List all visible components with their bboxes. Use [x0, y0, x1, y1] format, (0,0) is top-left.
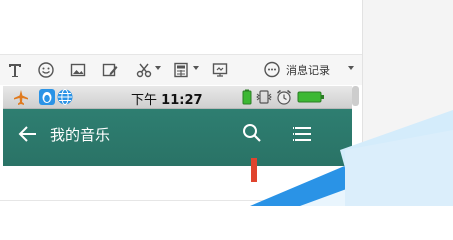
pencil-frame-icon[interactable] — [101, 61, 119, 79]
calculator-icon[interactable] — [172, 61, 190, 79]
search-icon[interactable] — [241, 122, 263, 144]
message-history-label[interactable]: 消息记录 — [286, 62, 330, 78]
app-top-bar: 我的音乐 — [3, 109, 352, 166]
phone-screenshot: 下午 11:27 我的音乐 — [3, 86, 352, 166]
red-highlight-mark — [251, 158, 257, 182]
status-time: 下午 11:27 — [131, 89, 203, 108]
chat-bubble-icon[interactable] — [263, 61, 281, 79]
list-menu-icon[interactable] — [291, 123, 313, 145]
chat-toolbar: 消息记录 — [0, 54, 362, 85]
globe-icon — [57, 89, 73, 105]
image-icon[interactable] — [69, 61, 87, 79]
battery-small-icon — [239, 89, 255, 105]
chat-message-area[interactable] — [0, 0, 362, 52]
vibrate-icon — [256, 89, 272, 105]
text-format-icon[interactable] — [6, 61, 24, 79]
divider — [0, 200, 362, 201]
scissors-icon[interactable] — [135, 61, 153, 79]
alarm-icon — [276, 89, 292, 105]
apps-dropdown-caret[interactable] — [193, 66, 199, 70]
history-dropdown-caret[interactable] — [348, 66, 354, 70]
battery-icon — [297, 89, 325, 105]
app-title: 我的音乐 — [50, 126, 111, 144]
side-panel — [362, 0, 453, 206]
screenshot-dropdown-caret[interactable] — [155, 66, 161, 70]
airplane-icon — [13, 89, 29, 105]
status-time-value: 11:27 — [161, 93, 203, 108]
monitor-icon[interactable] — [211, 61, 229, 79]
status-time-period: 下午 — [131, 93, 158, 108]
back-arrow-icon[interactable] — [17, 123, 39, 145]
scrollbar-thumb[interactable] — [352, 86, 359, 106]
smiley-icon[interactable] — [37, 61, 55, 79]
qq-penguin-icon — [39, 89, 55, 105]
phone-status-bar: 下午 11:27 — [3, 86, 352, 109]
